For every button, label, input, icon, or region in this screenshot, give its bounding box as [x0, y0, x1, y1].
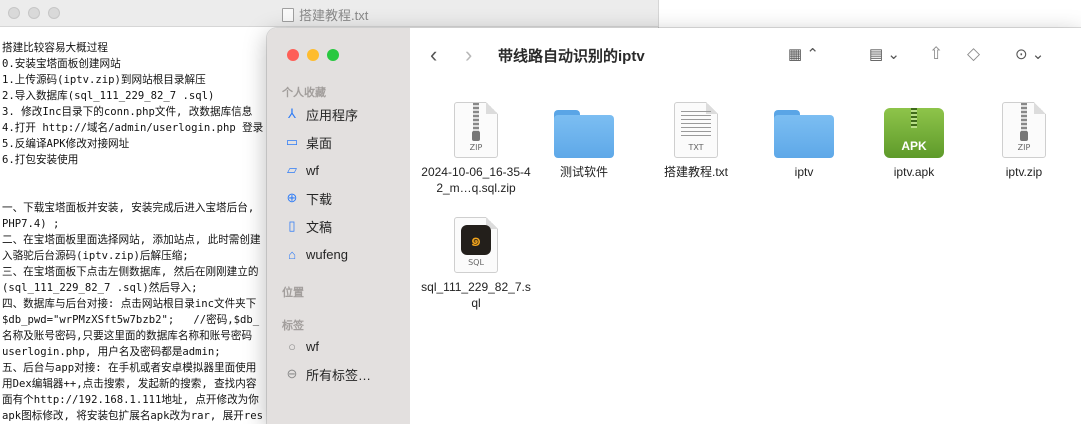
file-item[interactable]: TXT 搭建教程.txt [640, 96, 752, 180]
sidebar-item-label: wufeng [306, 246, 348, 262]
zip-file-icon: ZIP [1002, 102, 1046, 158]
back-chevron-icon[interactable]: ‹ [430, 42, 437, 68]
file-name: 测试软件 [559, 165, 608, 179]
text-line: apk图标修改, 将安装包扩展名apk改为rar, 展开res [2, 410, 263, 422]
folder-icon: ▱ [287, 162, 297, 177]
file-name: iptv [794, 165, 814, 179]
text-line: 5.反编译APK修改对接网址 [2, 138, 130, 150]
window-title: 搭建教程.txt [282, 5, 368, 24]
file-ext-label: SQL [468, 258, 484, 267]
textedit-titlebar: 搭建教程.txt [0, 0, 658, 27]
sidebar-item-应用程序[interactable]: ⅄ 应用程序 [284, 103, 358, 125]
file-item[interactable]: ๑ SQL sql_111_229_82_7.sql [420, 211, 532, 311]
file-name: iptv.zip [1005, 165, 1043, 179]
text-line: $db_pwd="wrPMzXSft5w7bzb2"; //密码,$db_ [2, 314, 260, 326]
minimize-button-inactive[interactable] [28, 7, 40, 19]
text-line [2, 168, 264, 184]
file-ext-label: ZIP [469, 143, 483, 152]
file-name: sql_111_229_82_7.sql [421, 280, 531, 310]
text-line: 三、在宝塔面板下点击左侧数据库, 然后在刚刚建立的 [2, 266, 259, 278]
file-name: 搭建教程.txt [663, 165, 728, 179]
folder-icon [554, 110, 614, 158]
text-line: 1.上传源码(iptv.zip)到网站根目录解压 [2, 74, 206, 86]
text-line: (sql_111_229_82_7 .sql)然后导入; [2, 282, 198, 294]
file-item[interactable]: ZIP iptv.zip [968, 96, 1080, 180]
tag-circle-icon: ○ [288, 338, 296, 354]
applications-icon: ⅄ [288, 106, 296, 121]
apk-file-icon: APK [884, 108, 944, 158]
text-line: 五、后台与app对接: 在手机或者安卓模拟器里面使用 [2, 362, 257, 374]
close-button-inactive[interactable] [8, 7, 20, 19]
sidebar-item-label: 所有标签… [306, 367, 372, 383]
all-tags-icon: ⊖ [286, 366, 298, 381]
text-line: 四、数据库与后台对接: 点击网站根目录inc文件夹下 [2, 298, 257, 310]
sidebar-item-label: 应用程序 [306, 107, 359, 123]
tag-icon[interactable]: ◇ [967, 44, 980, 64]
sidebar-item-label: wf [306, 162, 319, 178]
file-name: 2024-10-06_16-35-42_m…q.sql.zip [421, 165, 531, 195]
text-line: 4.打开 http://域名/admin/userlogin.php 登录 [2, 122, 264, 134]
text-line: 3. 修改Inc目录下的conn.php文件, 改数据库信息 [2, 106, 253, 118]
text-line: 6.打包安装使用 [2, 154, 79, 166]
sidebar-item-label: 桌面 [306, 135, 333, 151]
locations-header: 位置 [282, 287, 304, 299]
tags-header: 标签 [282, 320, 304, 332]
sidebar-item-文稿[interactable]: ▯ 文稿 [284, 215, 332, 237]
zoom-button[interactable] [327, 49, 339, 61]
text-line: 搭建比较容易大概过程 [2, 42, 108, 54]
file-item[interactable]: ZIP 2024-10-06_16-35-42_m…q.sql.zip [420, 96, 532, 196]
text-line: userlogin.php, 用户名及密码都是admin; [2, 346, 221, 358]
sidebar-item-wufeng[interactable]: ⌂ wufeng [284, 243, 348, 265]
desktop-icon: ▭ [285, 134, 299, 149]
zoom-button-inactive[interactable] [48, 7, 60, 19]
text-line: 2.导入数据库(sql_111_229_82_7 .sql) [2, 90, 215, 102]
close-button[interactable] [287, 49, 299, 61]
text-line: PHP7.4) ; [2, 218, 60, 230]
text-line: 一、下载宝塔面板并安装, 安装完成后进入宝塔后台, [2, 202, 255, 214]
document-icon [282, 8, 294, 22]
txt-file-icon: TXT [674, 102, 718, 158]
text-line: 名称及账号密码,只要这里面的数据库名称和账号密码 [2, 330, 253, 342]
sql-file-icon: ๑ SQL [454, 217, 498, 273]
sidebar: 个人收藏 ⅄ 应用程序 ▭ 桌面 ▱ wf ⊕ 下载 ▯ 文稿 ⌂ wufeng 位置 标签 ○ wf ⊖… [267, 28, 410, 424]
text-line: 0.安装宝塔面板创建网站 [2, 58, 121, 70]
more-actions-icon[interactable]: ⊙ ⌄ [1015, 45, 1044, 63]
view-grid-icon[interactable]: ▦ ⌃ [788, 45, 819, 63]
window-title-text: 搭建教程.txt [299, 8, 369, 23]
text-line [2, 184, 264, 200]
document-icon: ▯ [288, 218, 296, 233]
folder-icon [774, 110, 834, 158]
sidebar-item-wf[interactable]: ▱ wf [284, 159, 319, 181]
file-item[interactable]: iptv [748, 96, 860, 180]
sidebar-item-所有标签…[interactable]: ⊖ 所有标签… [284, 363, 371, 385]
group-icon[interactable]: ▤ ⌄ [869, 45, 900, 63]
finder-content: ‹ › 带线路自动识别的iptv ▦ ⌃ ▤ ⌄ ⇧ ◇ ⊙ ⌄ ZIP 2024… [410, 28, 1081, 424]
minimize-button[interactable] [307, 49, 319, 61]
sidebar-item-label: 下载 [306, 191, 333, 207]
text-line: 用Dex编辑器++,点击搜索, 发起新的搜索, 查找内容 [2, 378, 257, 390]
share-icon[interactable]: ⇧ [929, 44, 943, 64]
favorites-header: 个人收藏 [282, 87, 326, 99]
sidebar-item-label: 文稿 [306, 219, 333, 235]
sidebar-item-桌面[interactable]: ▭ 桌面 [284, 131, 332, 153]
sidebar-item-wf[interactable]: ○ wf [284, 335, 319, 357]
finder-window: 个人收藏 ⅄ 应用程序 ▭ 桌面 ▱ wf ⊕ 下载 ▯ 文稿 ⌂ wufeng 位置 标签 ○ wf ⊖… [267, 28, 1081, 424]
folder-title: 带线路自动识别的iptv [498, 48, 645, 65]
file-item[interactable]: 测试软件 [528, 96, 640, 180]
text-line: 入骆驼后台源码(iptv.zip)后解压缩; [2, 250, 189, 262]
file-name: iptv.apk [893, 165, 935, 179]
zip-file-icon: ZIP [454, 102, 498, 158]
text-line: 二、在宝塔面板里面选择网站, 添加站点, 此时需创建 [2, 234, 261, 246]
file-ext-label: ZIP [1017, 143, 1031, 152]
file-item[interactable]: APK iptv.apk [858, 96, 970, 180]
sidebar-item-label: wf [306, 338, 319, 354]
file-ext-label: APK [901, 139, 927, 153]
text-line: 面有个http://192.168.1.111地址, 点开修改为你 [2, 394, 259, 406]
file-ext-label: TXT [688, 143, 704, 152]
document-text[interactable]: 搭建比较容易大概过程 0.安装宝塔面板创建网站 1.上传源码(iptv.zip)到网… [2, 40, 264, 424]
download-icon: ⊕ [286, 190, 298, 205]
forward-chevron-icon[interactable]: › [465, 42, 472, 68]
sidebar-item-下载[interactable]: ⊕ 下载 [284, 187, 332, 209]
home-icon: ⌂ [288, 246, 296, 262]
